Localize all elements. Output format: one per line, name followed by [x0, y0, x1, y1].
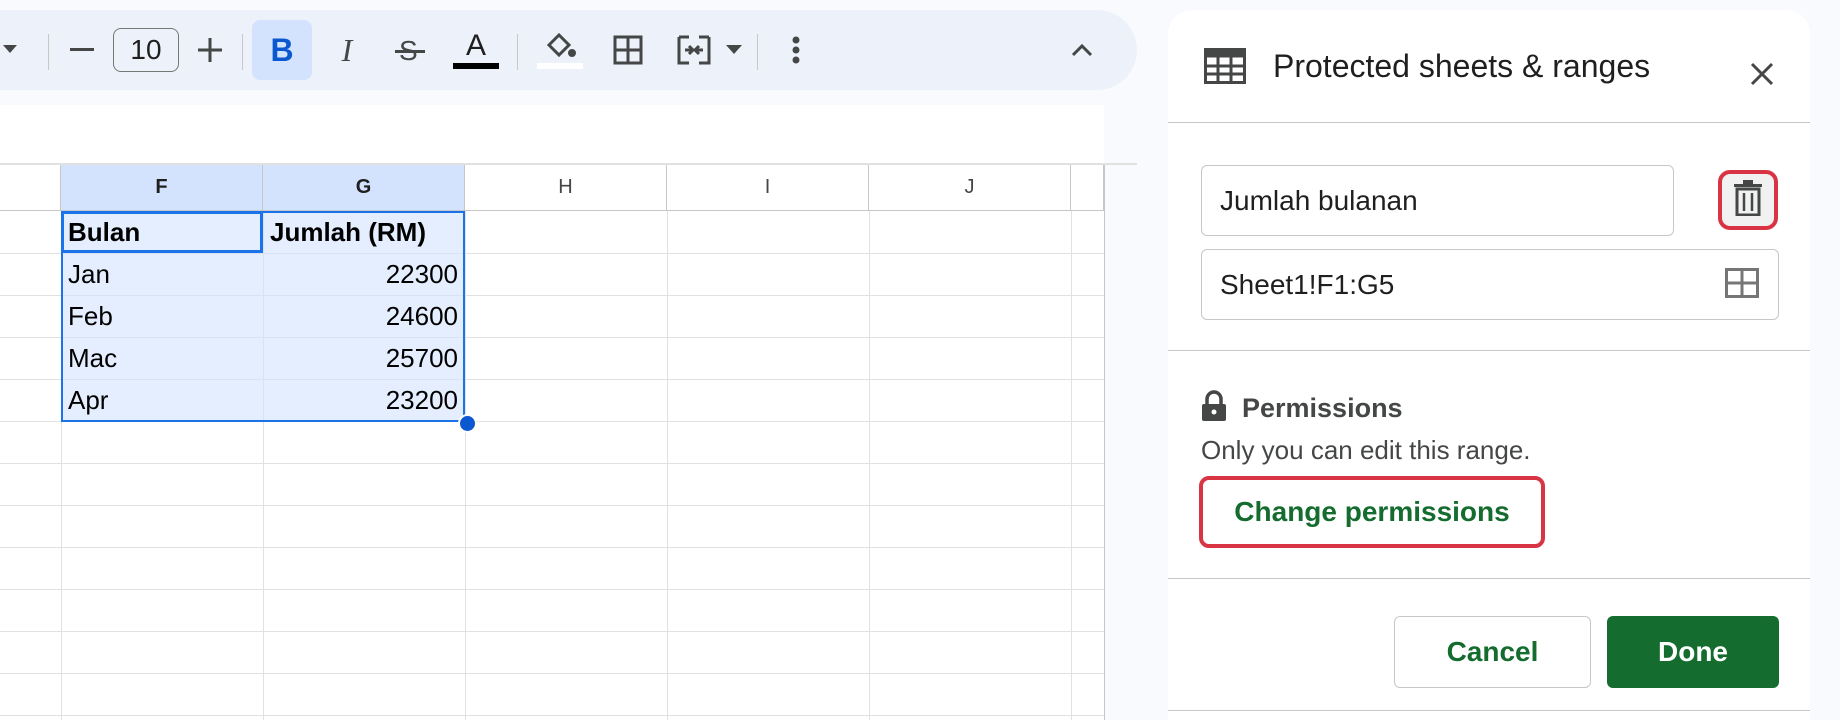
cell-f3[interactable]: Feb — [61, 295, 263, 337]
merge-dropdown-arrow-icon[interactable] — [722, 28, 746, 72]
cell-f1[interactable]: Bulan — [61, 211, 263, 253]
text-color-button[interactable]: A — [450, 28, 502, 72]
column-header-g[interactable]: G — [263, 165, 465, 211]
done-button[interactable]: Done — [1607, 616, 1779, 688]
cell-g5[interactable]: 23200 — [263, 379, 465, 421]
protected-ranges-panel: Protected sheets & ranges Jumlah bulanan… — [1168, 10, 1810, 720]
bold-label: B — [270, 31, 294, 68]
column-header-i[interactable]: I — [667, 165, 869, 211]
cancel-button[interactable]: Cancel — [1394, 616, 1591, 688]
divider — [1168, 578, 1810, 579]
cell-g1[interactable]: Jumlah (RM) — [263, 211, 465, 253]
lock-icon — [1201, 390, 1227, 427]
merge-cells-icon[interactable] — [672, 28, 716, 72]
column-header-f[interactable] — [0, 165, 61, 211]
permissions-heading: Permissions — [1242, 393, 1403, 423]
cell-g4[interactable]: 25700 — [263, 337, 465, 379]
more-options-icon[interactable] — [776, 28, 816, 72]
fill-color-icon[interactable] — [534, 28, 586, 72]
cancel-label: Cancel — [1446, 636, 1539, 667]
borders-icon[interactable] — [606, 28, 650, 72]
column-header-partial[interactable] — [1071, 165, 1104, 211]
table-icon — [1204, 48, 1246, 89]
fill-color-swatch — [537, 63, 583, 69]
bold-button[interactable]: B — [252, 20, 312, 80]
cell-f5[interactable]: Apr — [61, 379, 263, 421]
text-color-label: A — [465, 29, 486, 62]
column-header-h[interactable]: H — [465, 165, 667, 211]
divider — [1168, 350, 1810, 351]
range-input[interactable]: Sheet1!F1:G5 — [1201, 249, 1779, 320]
grid-line — [0, 463, 1104, 464]
cell-f2[interactable]: Jan — [61, 253, 263, 295]
close-icon[interactable] — [1742, 54, 1782, 94]
text-color-swatch — [453, 63, 499, 69]
italic-label: I — [341, 31, 353, 68]
toolbar-divider — [242, 34, 243, 70]
done-label: Done — [1658, 636, 1728, 667]
cell-g2[interactable]: 22300 — [263, 253, 465, 295]
grid-line — [0, 673, 1104, 674]
toolbar-divider — [517, 34, 518, 70]
permissions-description: Only you can edit this range. — [1201, 435, 1531, 465]
grid-line — [465, 211, 466, 720]
toolbar: 10 B I S A — [0, 10, 1137, 90]
toolbar-divider — [757, 34, 758, 70]
strikethrough-icon[interactable]: S — [388, 28, 432, 72]
panel-title: Protected sheets & ranges — [1273, 48, 1651, 84]
cell-g3[interactable]: 24600 — [263, 295, 465, 337]
grid-line — [667, 211, 668, 720]
increase-font-size-button[interactable] — [190, 28, 230, 72]
grid-line — [0, 505, 1104, 506]
collapse-toolbar-icon[interactable] — [1060, 28, 1104, 72]
dropdown-arrow-icon[interactable] — [0, 28, 20, 72]
decrease-font-size-button[interactable] — [62, 28, 102, 72]
grid-line — [0, 589, 1104, 590]
cell-f4[interactable]: Mac — [61, 337, 263, 379]
change-permissions-label: Change permissions — [1234, 496, 1510, 527]
toolbar-divider — [48, 34, 49, 70]
grid-line — [0, 631, 1104, 632]
grid-line — [1104, 165, 1105, 720]
divider — [1168, 710, 1810, 711]
fill-handle[interactable] — [458, 414, 477, 433]
divider — [1168, 122, 1810, 123]
grid-line — [1071, 211, 1072, 720]
delete-range-button[interactable] — [1718, 170, 1778, 230]
grid-line — [0, 547, 1104, 548]
grid-line — [0, 715, 1104, 716]
trash-icon — [1734, 179, 1762, 221]
description-input[interactable]: Jumlah bulanan — [1201, 165, 1674, 236]
select-range-icon[interactable] — [1725, 268, 1759, 303]
grid-line — [869, 211, 870, 720]
change-permissions-button[interactable]: Change permissions — [1199, 476, 1545, 548]
font-size-input[interactable]: 10 — [113, 28, 179, 72]
column-header-f[interactable]: F — [61, 165, 263, 211]
italic-button[interactable]: I — [325, 28, 369, 72]
column-header-j[interactable]: J — [869, 165, 1071, 211]
